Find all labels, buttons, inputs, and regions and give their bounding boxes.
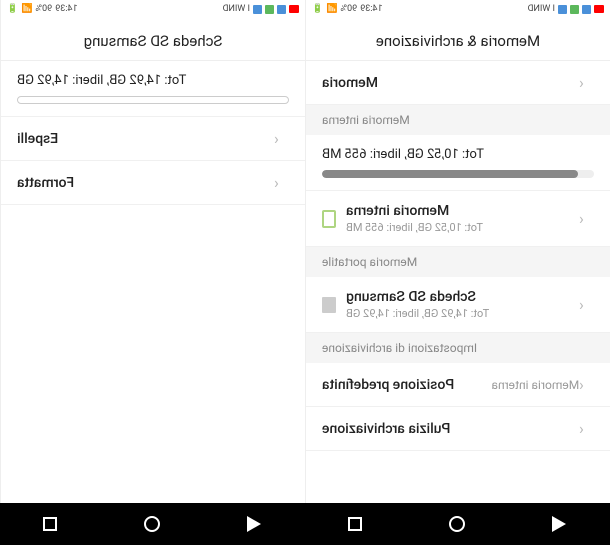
battery-label: 90% xyxy=(35,4,52,14)
format-row[interactable]: ‹ Formatta xyxy=(1,161,305,205)
memory-row[interactable]: ‹ Memoria xyxy=(306,61,610,105)
carrier-label: I WIND xyxy=(223,4,250,14)
status-bar: I WIND 14:39 90% 📶 🔋 xyxy=(306,0,610,18)
chevron-left-icon: ‹ xyxy=(274,173,279,192)
internal-storage-text: Tot: 10,52 GB, liberi: 655 MB xyxy=(322,147,594,162)
screen-sd-card-detail: I WIND 14:39 90% 📶 🔋 Scheda SD Samsung T… xyxy=(0,0,305,503)
carrier-label: I WIND xyxy=(528,4,555,14)
screen-storage-settings: I WIND 14:39 90% 📶 🔋 Memoria & archiviaz… xyxy=(305,0,610,503)
chevron-left-icon: ‹ xyxy=(274,129,279,148)
internal-storage-fill xyxy=(322,170,578,178)
chevron-left-icon: ‹ xyxy=(579,209,584,228)
notif-icon xyxy=(570,5,579,14)
wifi-icon: 📶 xyxy=(326,4,337,14)
youtube-icon xyxy=(594,5,604,13)
chevron-left-icon: ‹ xyxy=(579,375,584,394)
notif-icon xyxy=(582,5,591,14)
battery-icon: 🔋 xyxy=(312,4,323,14)
default-location-value: Memoria interna xyxy=(491,378,579,392)
recent-apps-button[interactable] xyxy=(349,517,363,531)
internal-memory-item[interactable]: ‹ Memoria interna Tot: 10,52 GB, liberi:… xyxy=(306,191,610,247)
youtube-icon xyxy=(289,5,299,13)
navigation-bar xyxy=(0,503,610,545)
page-title: Memoria & archiviazione xyxy=(306,18,610,61)
notif-icon xyxy=(253,5,262,14)
content-area: ‹ Memoria Memoria interna Tot: 10,52 GB,… xyxy=(306,61,610,503)
back-button[interactable] xyxy=(553,516,567,532)
status-time: 14:39 xyxy=(55,4,77,14)
status-time: 14:39 xyxy=(360,4,382,14)
chevron-left-icon: ‹ xyxy=(579,73,584,92)
recent-apps-button[interactable] xyxy=(44,517,58,531)
eject-row[interactable]: ‹ Espelli xyxy=(1,117,305,161)
sd-storage-bar xyxy=(17,96,289,104)
home-button[interactable] xyxy=(145,516,161,532)
section-internal-memory: Memoria interna xyxy=(306,105,610,135)
content-area: Tot: 14,92 GB, liberi: 14,92 GB ‹ Espell… xyxy=(1,61,305,503)
section-portable-memory: Memoria portatile xyxy=(306,247,610,277)
page-title: Scheda SD Samsung xyxy=(1,18,305,61)
storage-cleanup-row[interactable]: ‹ Pulizia archiviazione xyxy=(306,407,610,451)
chevron-left-icon: ‹ xyxy=(579,295,584,314)
notif-icon xyxy=(277,5,286,14)
internal-memory-title: Memoria interna xyxy=(346,203,579,219)
battery-label: 90% xyxy=(340,4,357,14)
section-storage-settings: Impostazioni di archiviazione xyxy=(306,333,610,363)
internal-memory-sub: Tot: 10,52 GB, liberi: 655 MB xyxy=(346,221,579,234)
sd-card-title: Scheda SD Samsung xyxy=(346,289,579,305)
status-bar: I WIND 14:39 90% 📶 🔋 xyxy=(1,0,305,18)
format-label: Formatta xyxy=(17,175,274,191)
sd-storage-text: Tot: 14,92 GB, liberi: 14,92 GB xyxy=(17,73,289,88)
sd-card-sub: Tot: 14,92 GB, liberi: 14,92 GB xyxy=(346,307,579,320)
default-location-row[interactable]: ‹ Memoria interna Posizione predefinita xyxy=(306,363,610,407)
storage-chip-icon xyxy=(322,210,336,228)
wifi-icon: 📶 xyxy=(21,4,32,14)
chevron-left-icon: ‹ xyxy=(579,419,584,438)
internal-storage-summary: Tot: 10,52 GB, liberi: 655 MB xyxy=(306,135,610,191)
back-button[interactable] xyxy=(248,516,262,532)
storage-cleanup-label: Pulizia archiviazione xyxy=(322,421,579,437)
notif-icon xyxy=(265,5,274,14)
battery-icon: 🔋 xyxy=(7,4,18,14)
default-location-label: Posizione predefinita xyxy=(322,377,483,393)
eject-label: Espelli xyxy=(17,131,274,147)
notif-icon xyxy=(558,5,567,14)
home-button[interactable] xyxy=(450,516,466,532)
sd-card-icon xyxy=(322,297,336,313)
sd-storage-summary: Tot: 14,92 GB, liberi: 14,92 GB xyxy=(1,61,305,117)
sd-card-item[interactable]: ‹ Scheda SD Samsung Tot: 14,92 GB, liber… xyxy=(306,277,610,333)
internal-storage-bar xyxy=(322,170,594,178)
memory-label: Memoria xyxy=(322,75,579,91)
